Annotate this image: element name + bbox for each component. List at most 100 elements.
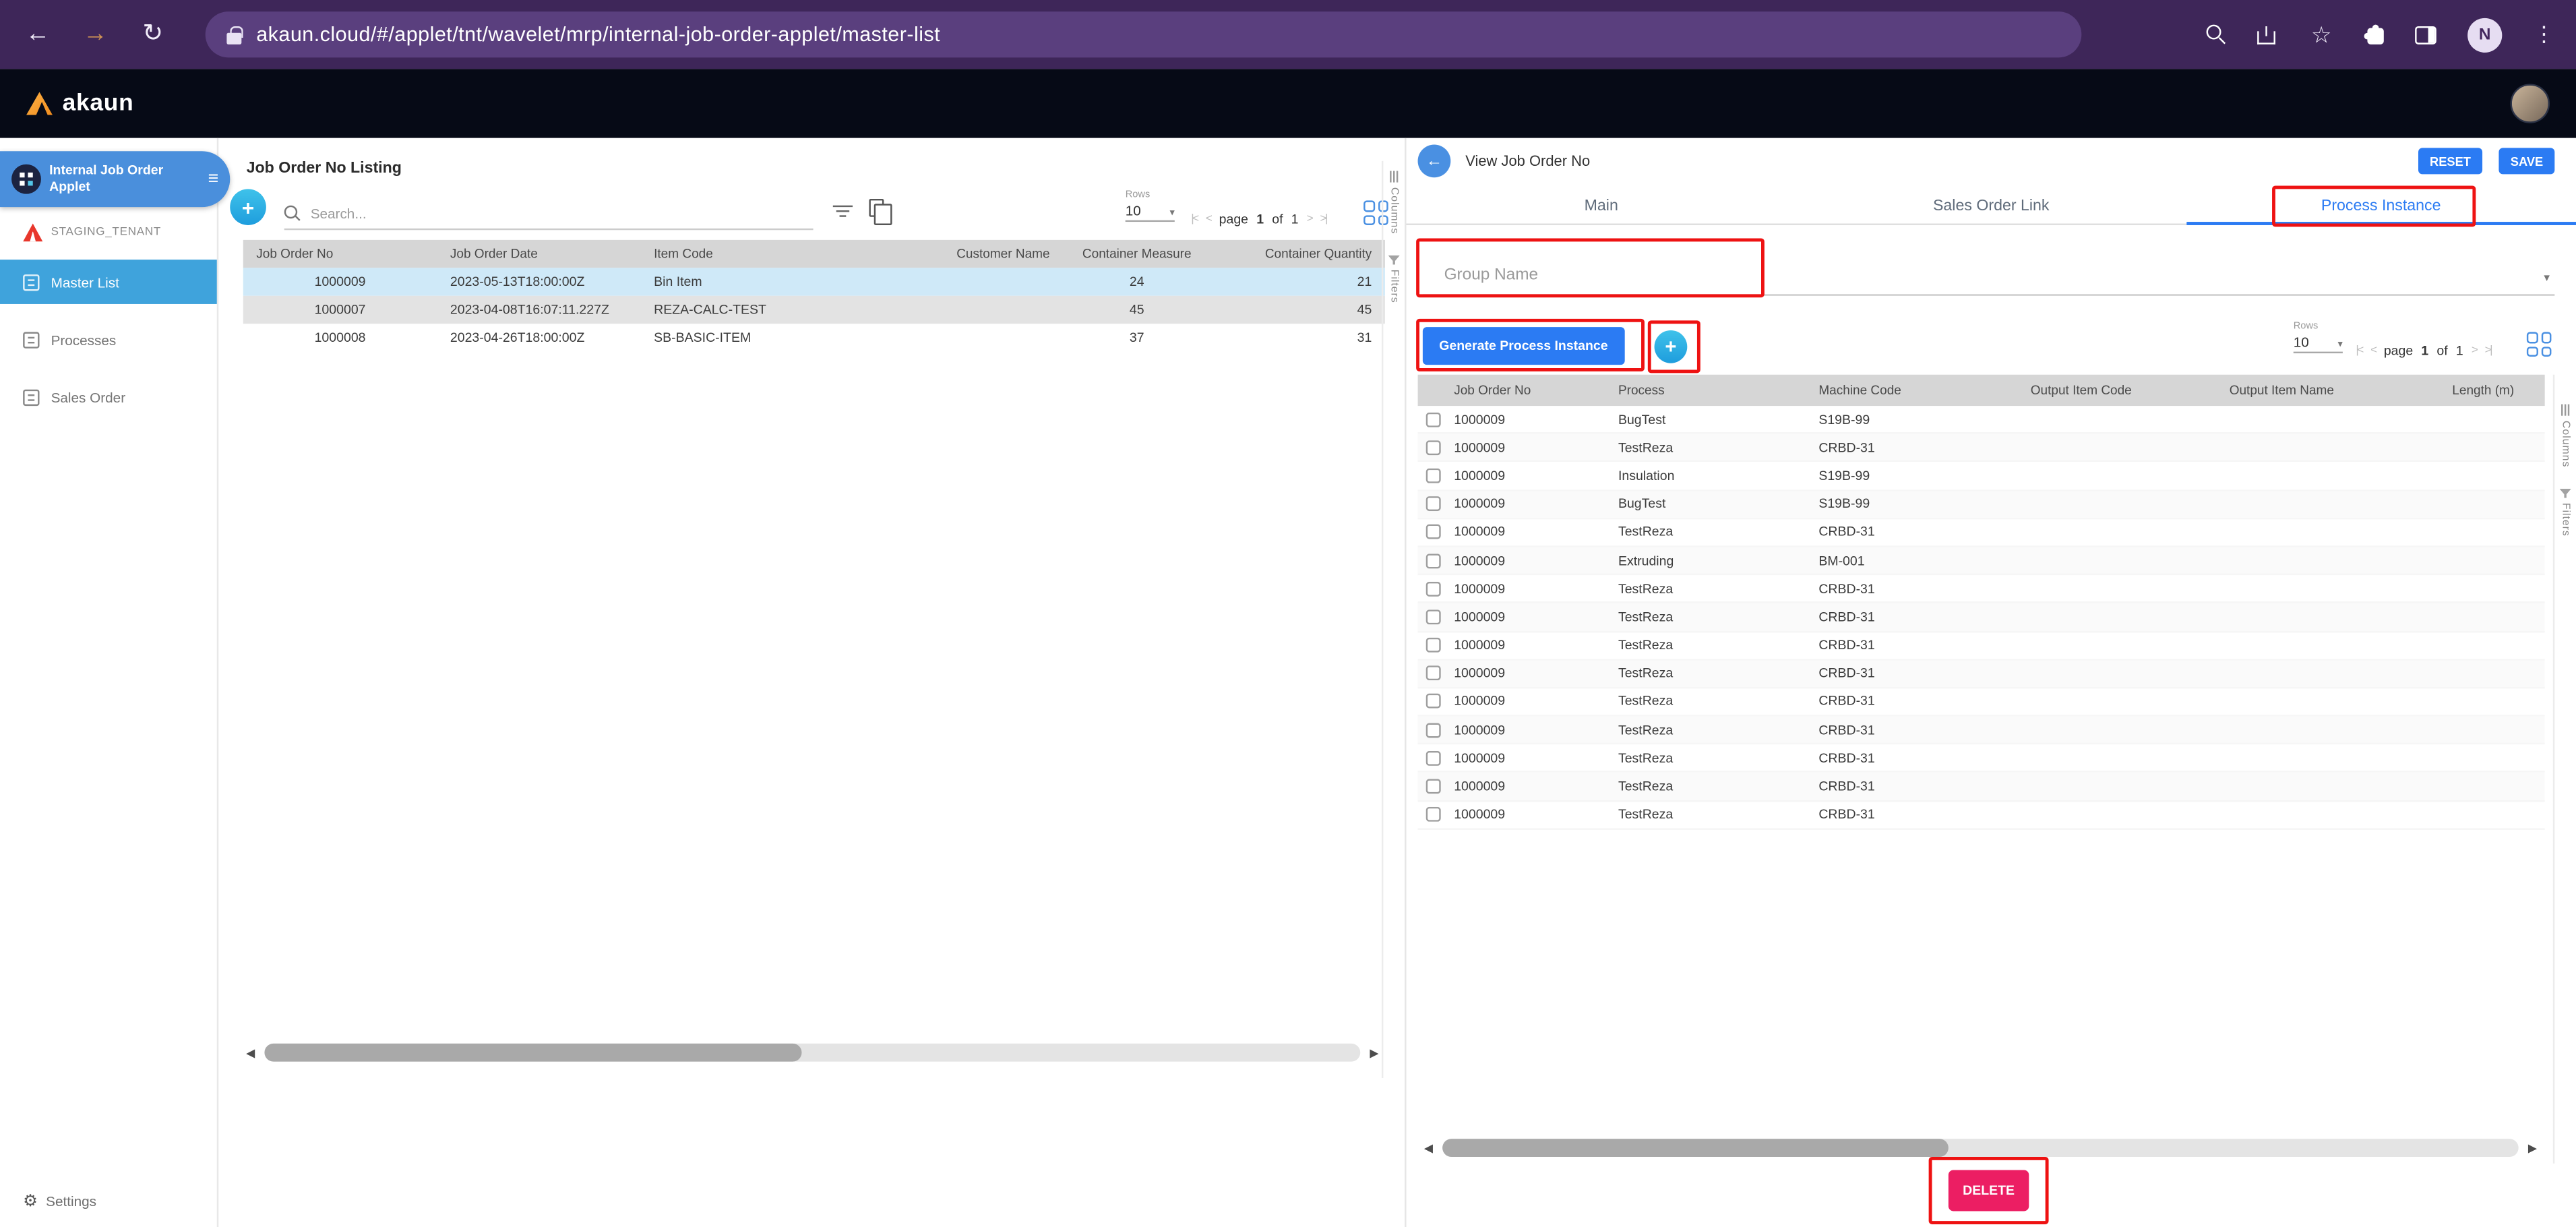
applet-switcher[interactable]: Internal Job Order Applet ≡ <box>0 151 230 207</box>
process-instance-row[interactable]: 1000009ExtrudingBM-001 <box>1418 547 2545 576</box>
next-page-icon[interactable]: > <box>2472 345 2477 357</box>
row-checkbox[interactable] <box>1426 553 1441 568</box>
col-process[interactable]: Process <box>1612 383 1812 398</box>
process-instance-row[interactable]: 1000009TestRezaCRBD-31 <box>1418 773 2545 802</box>
delete-button[interactable]: DELETE <box>1949 1170 2029 1211</box>
process-instance-row[interactable]: 1000009TestRezaCRBD-31 <box>1418 717 2545 745</box>
process-instance-row[interactable]: 1000009TestRezaCRBD-31 <box>1418 575 2545 603</box>
listing-horizontal-scrollbar[interactable]: ◀ ▶ <box>243 1040 1382 1065</box>
tenant-selector[interactable]: STAGING_TENANT <box>23 224 161 242</box>
scrollbar-thumb[interactable] <box>264 1044 801 1062</box>
grid-view-icon[interactable] <box>2527 332 2552 357</box>
menu-kebab-icon[interactable]: ⋮ <box>2534 0 2547 69</box>
sidebar-item-processes[interactable]: Processes <box>0 317 217 361</box>
row-checkbox[interactable] <box>1426 412 1441 427</box>
tab-sales-order-link[interactable]: Sales Order Link <box>1796 187 2186 224</box>
row-checkbox[interactable] <box>1426 694 1441 709</box>
address-bar[interactable]: akaun.cloud/#/applet/tnt/wavelet/mrp/int… <box>206 11 2082 57</box>
process-instance-row[interactable]: 1000009TestRezaCRBD-31 <box>1418 519 2545 547</box>
generate-process-instance-button[interactable]: Generate Process Instance <box>1423 327 1624 365</box>
process-horizontal-scrollbar[interactable]: ◀ ▶ <box>1421 1135 2540 1160</box>
row-checkbox[interactable] <box>1426 440 1441 455</box>
share-icon[interactable] <box>2257 26 2275 44</box>
side-panel-icon[interactable] <box>2415 26 2436 44</box>
row-checkbox[interactable] <box>1426 638 1441 653</box>
scroll-right-icon[interactable]: ▶ <box>1367 1046 1382 1059</box>
sidebar-item-settings[interactable]: ⚙ Settings <box>23 1193 96 1211</box>
back-button[interactable]: ← <box>1418 145 1451 178</box>
row-checkbox[interactable] <box>1426 751 1441 766</box>
zoom-icon[interactable] <box>2207 25 2226 44</box>
process-instance-row[interactable]: 1000009TestRezaCRBD-31 <box>1418 603 2545 632</box>
add-job-order-button[interactable]: + <box>230 189 266 225</box>
process-instance-row[interactable]: 1000009TestRezaCRBD-31 <box>1418 688 2545 717</box>
filters-side-tab[interactable]: Filters <box>1388 256 1400 304</box>
search-field[interactable] <box>284 198 814 231</box>
sidebar-item-master-list[interactable]: Master List <box>0 260 217 304</box>
col-customer-name[interactable]: Customer Name <box>846 247 1063 262</box>
job-order-row[interactable]: 10000092023-05-13T18:00:00ZBin Item2421 <box>243 268 1385 295</box>
scroll-right-icon[interactable]: ▶ <box>2525 1141 2540 1155</box>
last-page-icon[interactable]: >| <box>2485 345 2492 357</box>
add-process-instance-button[interactable]: + <box>1655 330 1688 363</box>
next-page-icon[interactable]: > <box>1307 214 1312 225</box>
col-output-item-code[interactable]: Output Item Code <box>2024 383 2223 398</box>
col-container-quantity[interactable]: Container Quantity <box>1210 247 1384 262</box>
process-instance-row[interactable]: 1000009TestRezaCRBD-31 <box>1418 632 2545 660</box>
prev-page-icon[interactable]: < <box>1206 214 1211 225</box>
col-job-order-no[interactable]: Job Order No <box>243 247 437 262</box>
job-order-row[interactable]: 10000082023-04-26T18:00:00ZSB-BASIC-ITEM… <box>243 324 1385 351</box>
col-output-item-name[interactable]: Output Item Name <box>2223 383 2422 398</box>
process-instance-row[interactable]: 1000009TestRezaCRBD-31 <box>1418 802 2545 830</box>
process-instance-row[interactable]: 1000009BugTestS19B-99 <box>1418 406 2545 434</box>
tab-main[interactable]: Main <box>1407 187 1796 224</box>
bookmark-star-icon[interactable]: ☆ <box>2306 0 2336 69</box>
row-checkbox[interactable] <box>1426 779 1441 794</box>
first-page-icon[interactable]: |< <box>2356 345 2362 357</box>
tab-process-instance[interactable]: Process Instance <box>2186 187 2575 224</box>
col-length[interactable]: Length (m) <box>2422 383 2545 398</box>
scroll-left-icon[interactable]: ◀ <box>243 1046 258 1059</box>
process-instance-row[interactable]: 1000009InsulationS19B-99 <box>1418 462 2545 491</box>
col-container-measure[interactable]: Container Measure <box>1063 247 1210 262</box>
scroll-left-icon[interactable]: ◀ <box>1421 1141 1436 1155</box>
row-checkbox[interactable] <box>1426 469 1441 483</box>
rows-per-page-select[interactable]: Rows 10 ▾ <box>2294 322 2353 353</box>
browser-forward-icon[interactable]: → <box>80 0 110 69</box>
process-instance-row[interactable]: 1000009BugTestS19B-99 <box>1418 491 2545 519</box>
col-item-code[interactable]: Item Code <box>641 247 847 262</box>
prev-page-icon[interactable]: < <box>2370 345 2376 357</box>
first-page-icon[interactable]: |< <box>1191 214 1198 225</box>
row-checkbox[interactable] <box>1426 497 1441 512</box>
row-checkbox[interactable] <box>1426 723 1441 738</box>
save-button[interactable]: SAVE <box>2499 148 2555 174</box>
process-instance-row[interactable]: 1000009TestRezaCRBD-31 <box>1418 745 2545 773</box>
user-avatar[interactable] <box>2511 84 2550 123</box>
filters-side-tab[interactable]: Filters <box>2560 489 2571 537</box>
export-list-icon[interactable] <box>869 199 884 217</box>
extensions-icon[interactable] <box>2367 28 2383 44</box>
last-page-icon[interactable]: >| <box>1320 214 1326 225</box>
scrollbar-thumb[interactable] <box>1442 1139 1948 1157</box>
group-name-select[interactable]: Group Name ▾ <box>1423 240 2554 296</box>
browser-back-icon[interactable]: ← <box>23 0 53 69</box>
scrollbar-track[interactable] <box>1442 1139 2519 1157</box>
col-job-order-no[interactable]: Job Order No <box>1447 383 1612 398</box>
filter-icon[interactable] <box>833 206 853 217</box>
job-order-row[interactable]: 10000072023-04-08T16:07:11.227ZREZA-CALC… <box>243 296 1385 324</box>
columns-side-tab[interactable]: Columns <box>2560 405 2571 468</box>
rows-per-page-select[interactable]: Rows 10 ▾ <box>1126 191 1185 222</box>
row-checkbox[interactable] <box>1426 609 1441 624</box>
process-instance-row[interactable]: 1000009TestRezaCRBD-31 <box>1418 660 2545 688</box>
process-instance-row[interactable]: 1000009TestRezaCRBD-31 <box>1418 434 2545 462</box>
applet-menu-icon[interactable]: ≡ <box>208 169 219 189</box>
col-job-order-date[interactable]: Job Order Date <box>437 247 640 262</box>
search-input[interactable] <box>311 204 814 220</box>
row-checkbox[interactable] <box>1426 525 1441 539</box>
browser-profile-avatar[interactable]: N <box>2467 18 2502 52</box>
row-checkbox[interactable] <box>1426 666 1441 681</box>
scrollbar-track[interactable] <box>264 1044 1360 1062</box>
col-machine-code[interactable]: Machine Code <box>1812 383 2024 398</box>
columns-side-tab[interactable]: Columns <box>1388 171 1400 235</box>
sidebar-item-sales-order[interactable]: Sales Order <box>0 375 217 419</box>
